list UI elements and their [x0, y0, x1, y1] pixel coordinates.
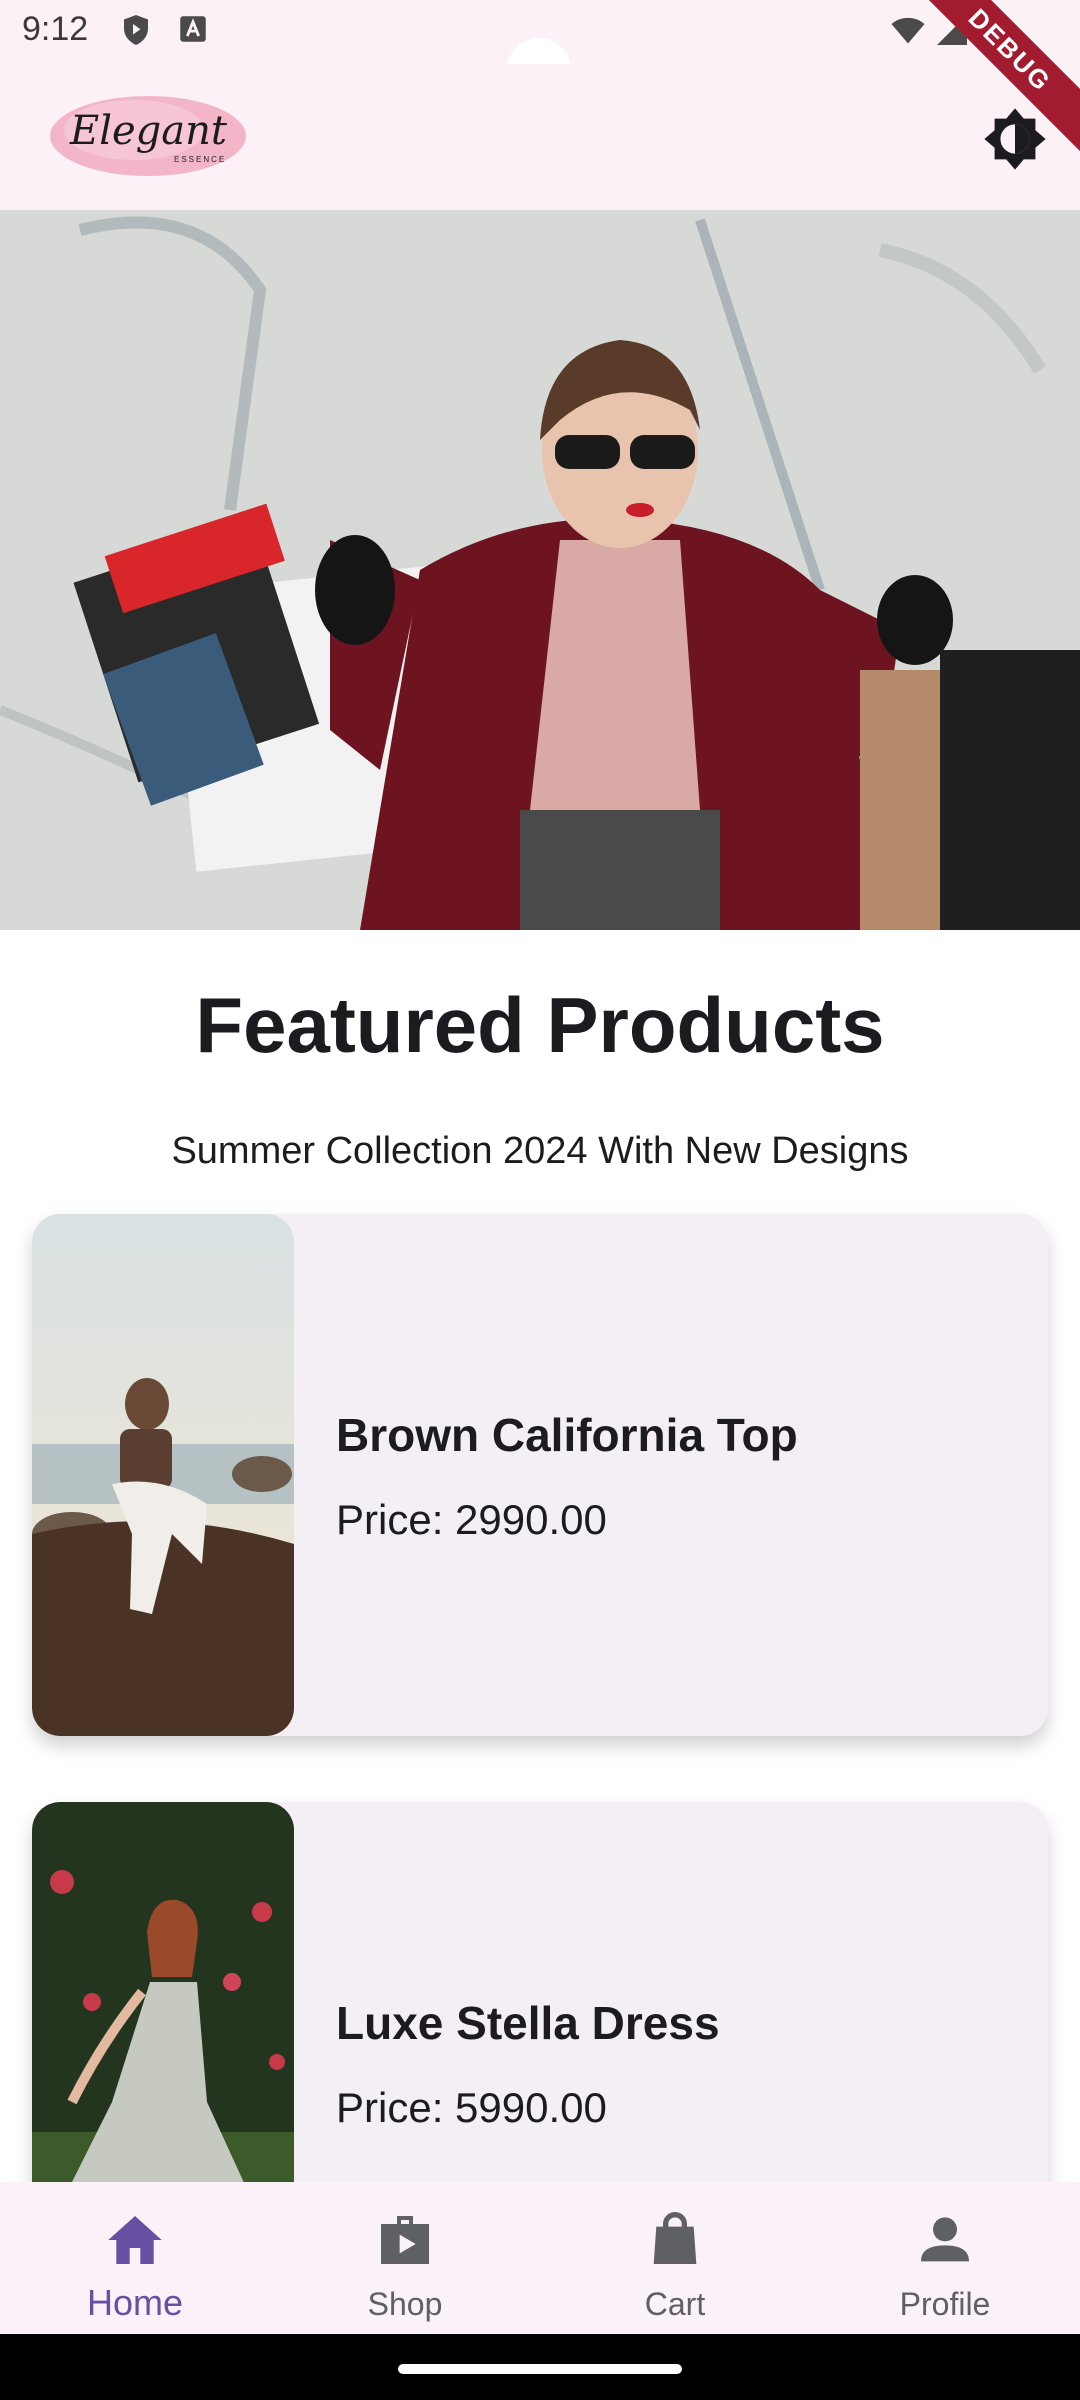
app-bar: Elegant ESSENCE	[0, 64, 1080, 210]
section-subtitle: Summer Collection 2024 With New Designs	[171, 1130, 909, 1172]
wifi-icon	[891, 17, 925, 44]
product-name: Luxe Stella Dress	[336, 1997, 720, 2049]
logo-text: Elegant	[69, 108, 228, 154]
product-price: Price: 5990.00	[336, 2084, 607, 2131]
product-card[interactable]: Brown California Top Price: 2990.00	[32, 1214, 1048, 1736]
product-image	[32, 1214, 294, 1736]
shield-icon	[124, 15, 148, 45]
logo-subtext: ESSENCE	[174, 155, 226, 164]
keyboard-icon	[180, 16, 206, 42]
profile-icon	[921, 2217, 969, 2262]
brand-logo[interactable]: Elegant ESSENCE	[48, 90, 248, 182]
product-name: Brown California Top	[336, 1409, 798, 1461]
status-time: 9:12	[22, 10, 89, 48]
nav-label: Shop	[367, 2286, 443, 2322]
bottom-navigation-bar: Home Shop Cart Profile	[0, 2182, 1080, 2334]
hero-banner-image	[0, 210, 1080, 930]
nav-label: Cart	[644, 2286, 706, 2322]
nav-item-profile[interactable]: Profile	[810, 2182, 1080, 2334]
nav-item-cart[interactable]: Cart	[540, 2182, 810, 2334]
nav-label: Profile	[899, 2286, 991, 2322]
section-title: Featured Products	[195, 981, 885, 1069]
nav-item-home[interactable]: Home	[0, 2182, 270, 2334]
home-icon	[108, 2216, 162, 2264]
shop-icon	[381, 2216, 429, 2264]
nav-item-shop[interactable]: Shop	[270, 2182, 540, 2334]
cart-icon	[653, 2212, 697, 2264]
nav-label: Home	[86, 2282, 184, 2323]
product-price: Price: 2990.00	[336, 1496, 607, 1543]
gesture-handle[interactable]	[398, 2364, 682, 2374]
brightness-toggle-icon[interactable]	[980, 104, 1050, 174]
